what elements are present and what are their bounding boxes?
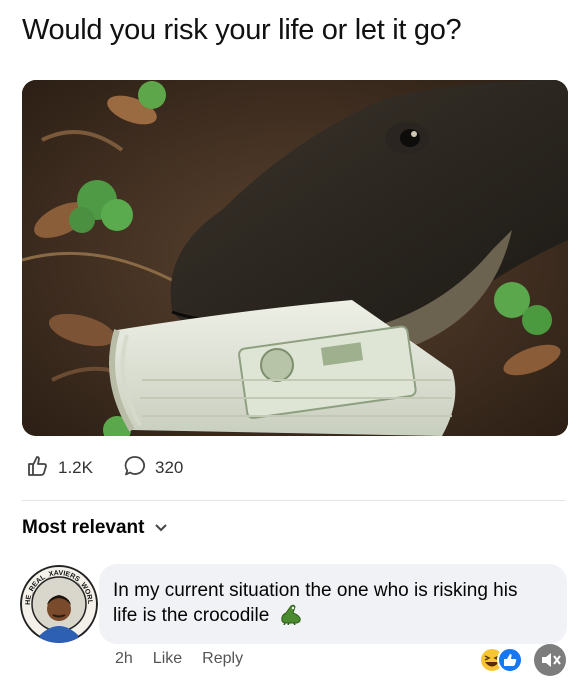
avatar[interactable]: THE_REAL_XAVIERS_WORLD bbox=[20, 565, 98, 643]
comment-reactions[interactable] bbox=[478, 643, 568, 677]
post-title: Would you risk your life or let it go? bbox=[22, 14, 462, 46]
comment-count-button[interactable]: 320 bbox=[123, 454, 183, 483]
comment-actions: 2h Like Reply bbox=[115, 650, 243, 668]
crocodile-icon bbox=[279, 603, 303, 632]
thumbs-up-icon bbox=[26, 454, 50, 483]
comment-bubble-icon bbox=[123, 454, 147, 483]
comment-reply-button[interactable]: Reply bbox=[202, 650, 243, 668]
like-count-button[interactable]: 1.2K bbox=[26, 454, 93, 483]
divider bbox=[22, 500, 566, 501]
like-count: 1.2K bbox=[58, 458, 93, 477]
comment-count: 320 bbox=[154, 458, 184, 477]
comment-bubble[interactable]: In my current situation the one who is r… bbox=[99, 564, 567, 644]
sound-off-icon[interactable] bbox=[534, 644, 566, 676]
post-stats-bar: 1.2K 320 bbox=[26, 453, 213, 483]
comment-text: In my current situation the one who is r… bbox=[113, 578, 543, 632]
like-reaction-icon bbox=[497, 647, 523, 673]
comment-sort-dropdown[interactable]: Most relevant bbox=[22, 517, 168, 539]
chevron-down-icon bbox=[154, 517, 168, 539]
comment-timestamp: 2h bbox=[115, 650, 133, 667]
crocodile-money-photo bbox=[22, 80, 568, 436]
sort-label: Most relevant bbox=[22, 517, 145, 538]
comment-like-button[interactable]: Like bbox=[153, 650, 182, 668]
post-image[interactable] bbox=[22, 80, 568, 436]
